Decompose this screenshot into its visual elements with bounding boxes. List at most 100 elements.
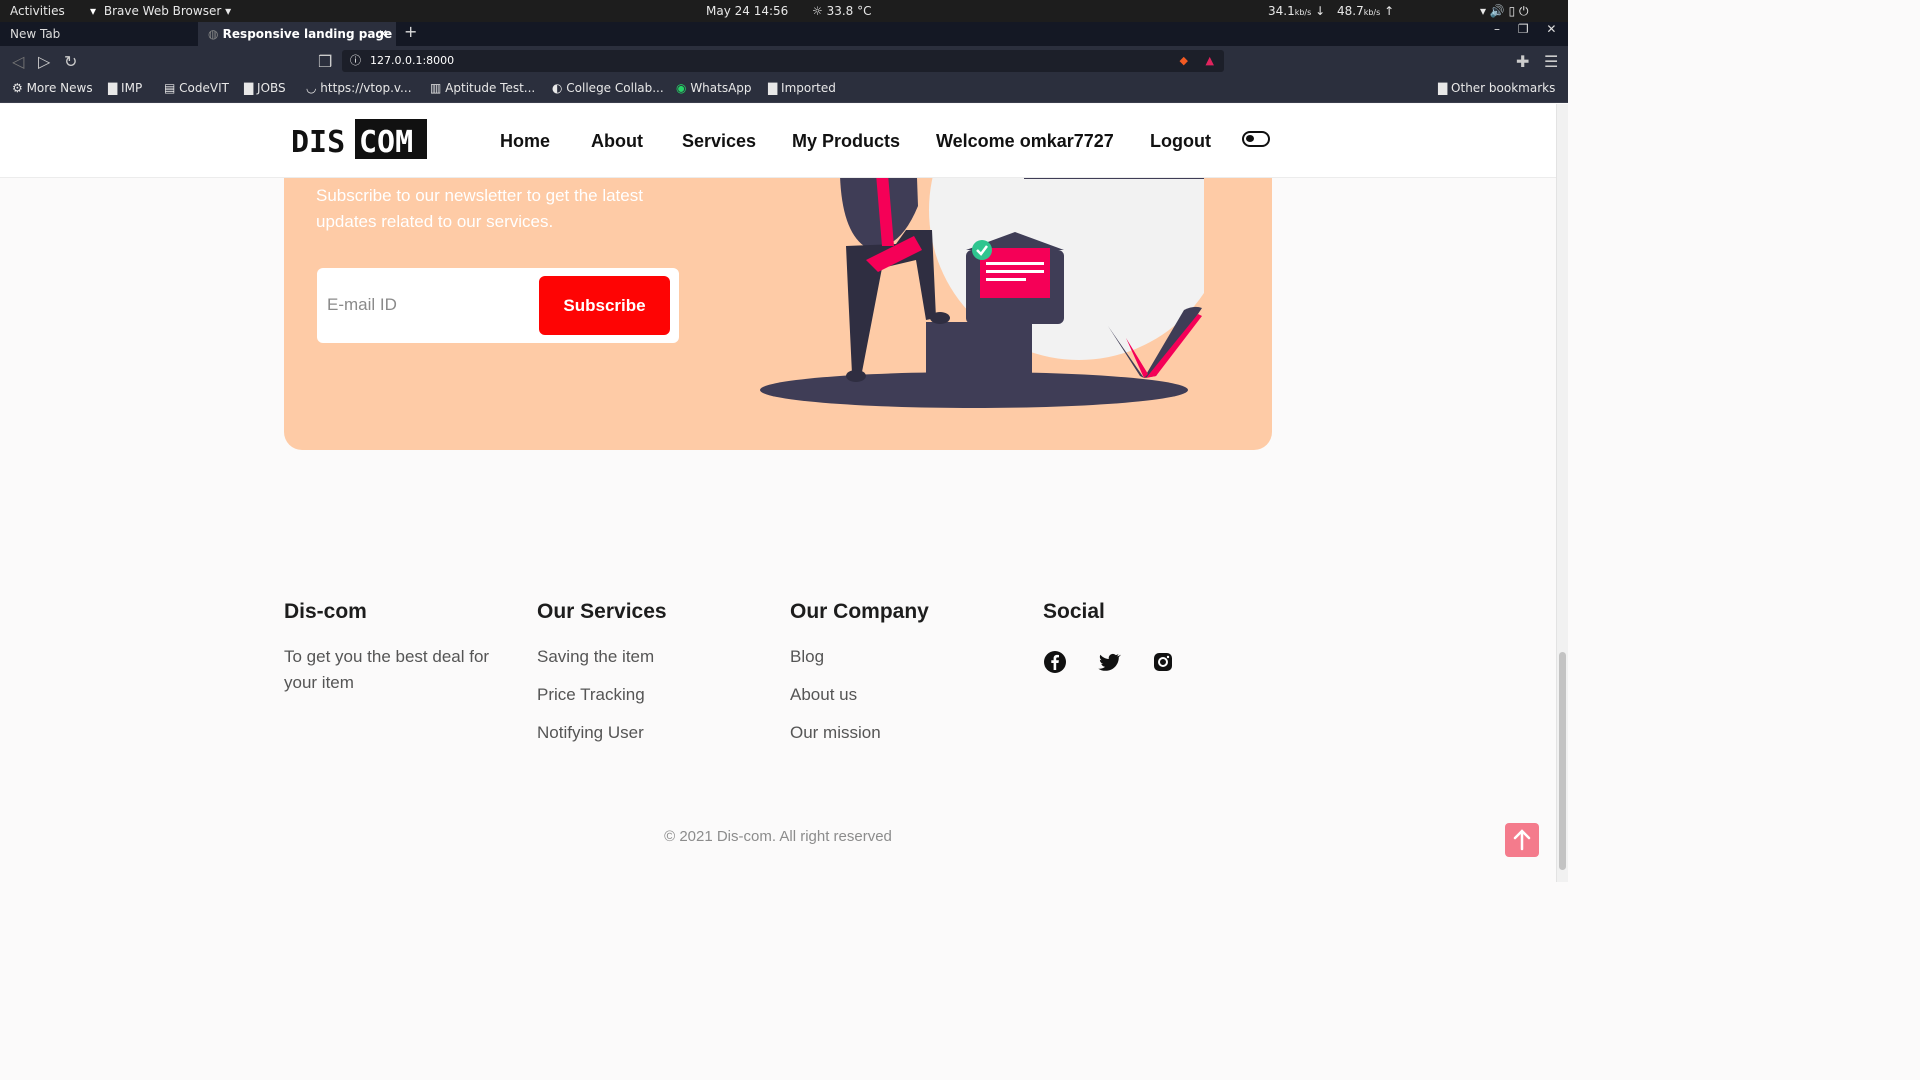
footer-link-about-us[interactable]: About us	[790, 682, 1020, 708]
window-controls: – ❐ ✕	[1494, 22, 1556, 36]
twitter-icon[interactable]	[1097, 650, 1121, 674]
footer-services-title: Our Services	[537, 600, 667, 623]
nav-about[interactable]: About	[591, 131, 643, 152]
tab-responsive-landing-page[interactable]: ◍ Responsive landing page ✕	[198, 22, 396, 46]
footer-link-price-tracking[interactable]: Price Tracking	[537, 682, 767, 708]
net-unit-up: kb/s	[1363, 8, 1381, 17]
page-scrollbar[interactable]	[1556, 104, 1568, 882]
copyright-text: © 2021 Dis-com. All right reserved	[664, 828, 892, 845]
nav-welcome-user[interactable]: Welcome omkar7727	[936, 131, 1114, 152]
net-unit-down: kb/s	[1294, 8, 1312, 17]
footer-link-notifying[interactable]: Notifying User	[537, 720, 767, 746]
other-bookmarks[interactable]: ▇ Other bookmarks	[1438, 81, 1555, 95]
nav-my-products[interactable]: My Products	[792, 131, 900, 152]
bookmark-whatsapp[interactable]: ◉ WhatsApp	[676, 81, 752, 95]
system-tray[interactable]: ▾ 🔊 ▯ ⏻	[1480, 4, 1529, 19]
tab-label: Responsive landing page	[222, 27, 393, 41]
brave-rewards-icon[interactable]: ▲	[1206, 50, 1214, 72]
forward-icon[interactable]: ▷	[38, 52, 50, 71]
bookmark-college[interactable]: ◐ College Collab...	[552, 81, 664, 95]
footer-link-our-mission[interactable]: Our mission	[790, 720, 1020, 746]
brave-icon: ▾	[90, 4, 97, 18]
bookmark-aptitude[interactable]: ▥ Aptitude Test...	[430, 81, 535, 95]
bookmark-label: College Collab...	[566, 81, 664, 95]
network-speed: 34.1kb/s ↓ 48.7kb/s ↑	[1268, 4, 1395, 18]
brave-shields-icon[interactable]: ◆	[1180, 50, 1188, 72]
address-toolbar: ◁ ▷ ↻ ❒ ⓘ 127.0.0.1:8000 ◆ ▲ ✚ ☰	[0, 46, 1568, 76]
bookmark-label: CodeVIT	[179, 81, 229, 95]
net-down-value: 34.1	[1268, 4, 1295, 18]
extensions-icon[interactable]: ✚	[1516, 52, 1529, 71]
tab-label: New Tab	[10, 27, 61, 41]
bookmark-label: IMP	[121, 81, 143, 95]
social-links	[1043, 650, 1273, 674]
site-navbar: DIS COM Home About Services My Products …	[0, 104, 1556, 178]
footer-social-title: Social	[1043, 600, 1105, 623]
menu-icon[interactable]: ☰	[1544, 52, 1558, 71]
bookmark-label: WhatsApp	[690, 81, 752, 95]
footer-brand-title: Dis-com	[284, 600, 367, 623]
nav-home[interactable]: Home	[500, 131, 550, 152]
bookmark-imported[interactable]: ▇ Imported	[768, 81, 836, 95]
activities-button[interactable]: Activities	[10, 4, 65, 18]
nav-logout[interactable]: Logout	[1150, 131, 1211, 152]
bookmark-label: More News	[26, 81, 93, 95]
newsletter-illustration	[760, 150, 1204, 408]
footer-brand-text: To get you the best deal for your item	[284, 647, 490, 692]
instagram-icon[interactable]	[1151, 650, 1175, 674]
bookmark-label: Aptitude Test...	[445, 81, 536, 95]
scrollbar-thumb[interactable]	[1559, 652, 1566, 870]
newsletter-section: Subscribe to our newsletter to get the l…	[284, 150, 1272, 450]
bookmark-jobs[interactable]: ▇ JOBS	[244, 81, 286, 95]
clock[interactable]: May 24 14:56	[706, 4, 788, 18]
scroll-to-top-button[interactable]	[1505, 823, 1539, 857]
bookmark-label: Other bookmarks	[1451, 81, 1556, 95]
tab-strip: New Tab ◍ Responsive landing page ✕ + – …	[0, 22, 1568, 46]
address-bar[interactable]: ⓘ 127.0.0.1:8000 ◆ ▲	[342, 50, 1224, 72]
close-tab-icon[interactable]: ✕	[378, 22, 388, 46]
weather-indicator: ☼ 33.8 °C	[812, 4, 872, 18]
footer-company-title: Our Company	[790, 600, 929, 623]
bookmark-label: https://vtop.v...	[320, 81, 412, 95]
logo-left-text: DIS	[291, 125, 345, 160]
bookmark-imp[interactable]: ▇ IMP	[108, 81, 142, 95]
app-name: Brave Web Browser	[103, 4, 222, 18]
weather-text: 33.8 °C	[826, 4, 872, 18]
newsletter-text: Subscribe to our newsletter to get the l…	[316, 186, 643, 231]
bookmark-label: JOBS	[257, 81, 286, 95]
app-menu[interactable]: ▾ Brave Web Browser ▾	[90, 4, 231, 18]
new-tab-button[interactable]: +	[404, 22, 417, 41]
info-icon[interactable]: ⓘ	[350, 50, 361, 72]
nav-services[interactable]: Services	[682, 131, 756, 152]
tab-new-tab[interactable]: New Tab	[0, 22, 198, 46]
globe-icon: ◍	[208, 27, 219, 41]
site-logo[interactable]: DIS COM	[285, 114, 435, 164]
bookmark-label: Imported	[781, 81, 836, 95]
minimize-icon[interactable]: –	[1494, 22, 1500, 36]
system-top-bar: Activities ▾ Brave Web Browser ▾ May 24 …	[0, 0, 1568, 22]
bookmark-more-news[interactable]: ⚙ More News	[12, 81, 93, 95]
theme-toggle[interactable]	[1242, 131, 1270, 147]
bookmark-vtop[interactable]: ◡ https://vtop.v...	[306, 81, 412, 95]
footer-link-blog[interactable]: Blog	[790, 644, 1020, 670]
url-text: 127.0.0.1:8000	[370, 54, 455, 67]
reload-icon[interactable]: ↻	[64, 52, 77, 71]
subscribe-button[interactable]: Subscribe	[539, 276, 670, 335]
footer-col-company: Our Company Blog About us Our mission	[790, 600, 1020, 746]
back-icon[interactable]: ◁	[12, 52, 24, 71]
footer-col-services: Our Services Saving the item Price Track…	[537, 600, 767, 746]
net-up-value: 48.7	[1336, 4, 1364, 18]
maximize-icon[interactable]: ❐	[1518, 22, 1529, 36]
bookmarks-bar: ⚙ More News ▇ IMP ▤ CodeVIT ▇ JOBS ◡ htt…	[0, 76, 1568, 103]
close-window-icon[interactable]: ✕	[1546, 22, 1556, 36]
facebook-icon[interactable]	[1043, 650, 1067, 674]
email-input[interactable]	[325, 286, 525, 324]
bookmark-codevit[interactable]: ▤ CodeVIT	[164, 81, 229, 95]
logo-right-text: COM	[359, 125, 413, 160]
newsletter-form: Subscribe	[317, 268, 679, 343]
footer-link-saving[interactable]: Saving the item	[537, 644, 767, 670]
footer-col-social: Social	[1043, 600, 1273, 674]
footer-col-brand: Dis-com To get you the best deal for you…	[284, 600, 524, 696]
site-footer: Dis-com To get you the best deal for you…	[0, 580, 1556, 882]
bookmark-icon[interactable]: ❒	[318, 52, 332, 71]
